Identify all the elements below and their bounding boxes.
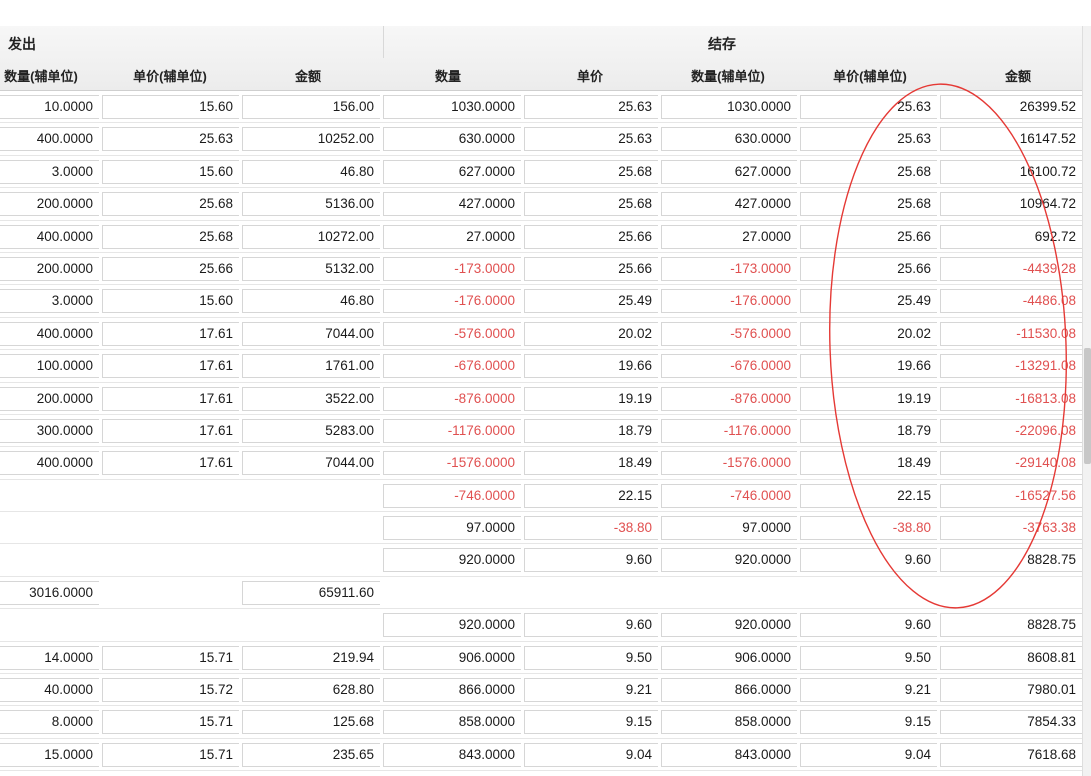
red-ellipse-annotation: [829, 83, 1067, 609]
